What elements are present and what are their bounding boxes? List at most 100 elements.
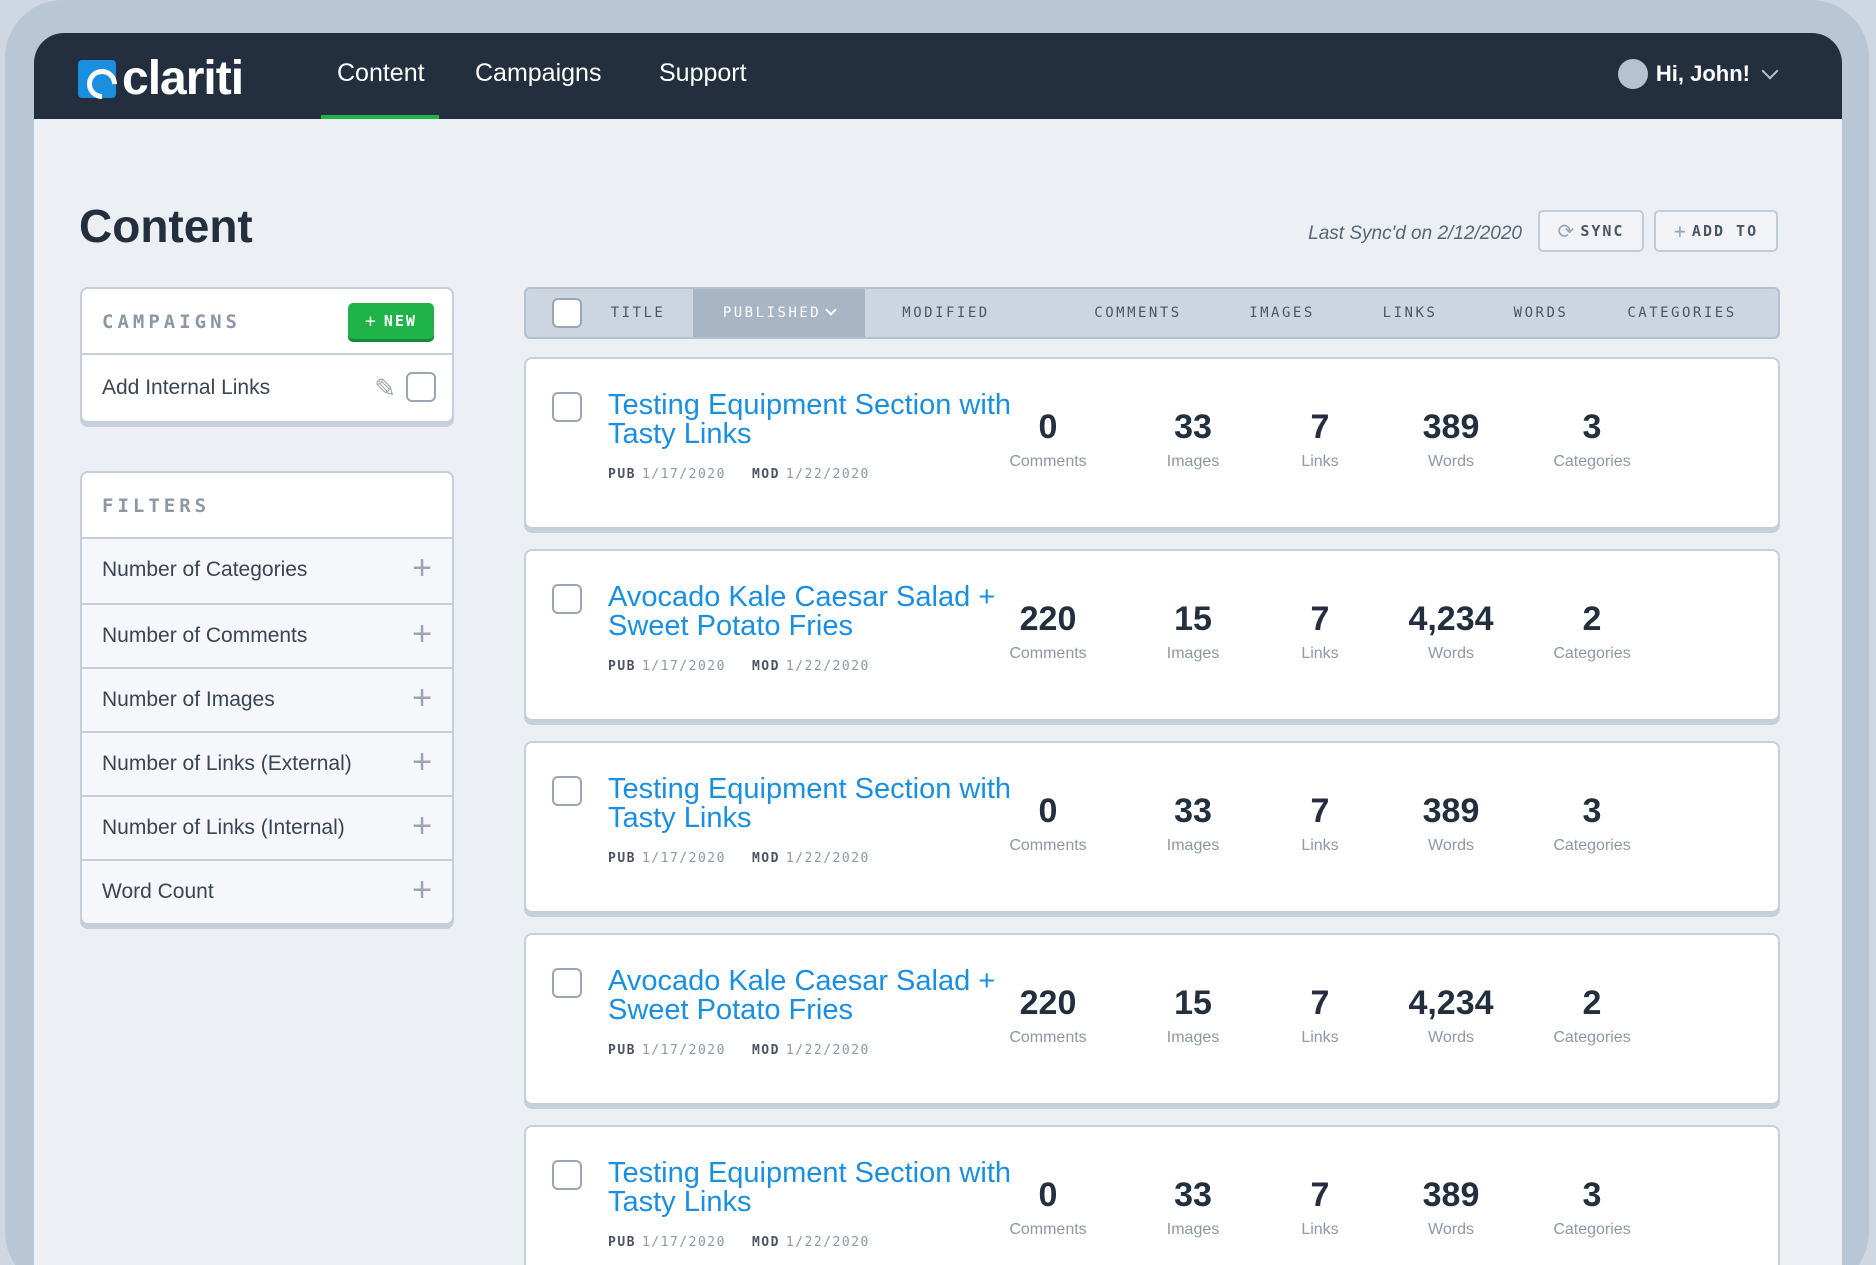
filter-label: Number of Categories [102, 558, 308, 581]
row-checkbox[interactable] [552, 776, 582, 806]
pub-label: PUB [608, 659, 636, 674]
metric-comments: 0 Comments [968, 793, 1128, 855]
top-navbar: clariti Content Campaigns Support Hi, Jo… [34, 33, 1842, 119]
nav-link-content[interactable]: Content [321, 33, 439, 119]
row-dates: PUB 1/17/2020 MOD 1/22/2020 [608, 1043, 896, 1058]
metric-words: 389 Words [1371, 409, 1531, 471]
mod-label: MOD [751, 467, 780, 482]
metric-words: 389 Words [1371, 1177, 1531, 1239]
metric-unit: Words [1428, 1221, 1474, 1238]
table-row[interactable]: Avocado Kale Caesar Salad + Sweet Potato… [524, 549, 1780, 721]
plus-icon: + [1673, 219, 1686, 243]
mod-label: MOD [751, 851, 780, 866]
metric-unit: Categories [1553, 1221, 1631, 1238]
pub-date: 1/17/2020 [641, 1043, 726, 1058]
table-row[interactable]: Testing Equipment Section with Tasty Lin… [524, 357, 1780, 529]
row-checkbox[interactable] [552, 584, 582, 614]
table-row[interactable]: Avocado Kale Caesar Salad + Sweet Potato… [524, 933, 1780, 1105]
filter-item-images[interactable]: Number of Images + [82, 667, 452, 731]
plus-icon[interactable]: + [412, 549, 432, 588]
brand-name: clariti [122, 52, 244, 105]
chevron-down-icon [825, 304, 837, 316]
pub-date: 1/17/2020 [641, 851, 726, 866]
mod-date: 1/22/2020 [785, 1235, 870, 1250]
chevron-down-icon [1761, 62, 1779, 80]
row-dates: PUB 1/17/2020 MOD 1/22/2020 [608, 1235, 896, 1250]
brand-logo[interactable]: clariti [78, 52, 244, 105]
filter-item-links-internal[interactable]: Number of Links (Internal) + [82, 795, 452, 859]
last-sync-text: Last Sync'd on 2/12/2020 [1308, 223, 1522, 244]
metric-unit: Categories [1553, 1029, 1631, 1046]
plus-icon[interactable]: + [412, 871, 432, 910]
filter-label: Word Count [102, 880, 214, 903]
mod-label: MOD [751, 659, 780, 674]
filter-label: Number of Comments [102, 624, 308, 647]
filter-item-links-external[interactable]: Number of Links (External) + [82, 731, 452, 795]
row-checkbox[interactable] [552, 392, 582, 422]
metric-unit: Comments [1009, 1029, 1087, 1046]
metric-categories: 2 Categories [1512, 601, 1672, 663]
metric-value: 0 [1038, 792, 1058, 830]
column-title[interactable]: TITLE [588, 289, 688, 337]
filter-item-word-count[interactable]: Word Count + [82, 859, 452, 923]
refresh-icon: ⟳ [1557, 219, 1575, 243]
add-to-button[interactable]: + ADD TO [1654, 210, 1778, 252]
metric-categories: 3 Categories [1512, 1177, 1672, 1239]
column-published[interactable]: PUBLISHED [693, 289, 865, 337]
metric-value: 0 [1038, 408, 1058, 446]
metric-value: 220 [1019, 984, 1077, 1022]
filters-header: FILTERS [82, 473, 452, 539]
table-row[interactable]: Testing Equipment Section with Tasty Lin… [524, 1125, 1780, 1265]
nav-link-support[interactable]: Support [659, 33, 747, 119]
mod-date: 1/22/2020 [785, 1043, 870, 1058]
nav-link-campaigns[interactable]: Campaigns [475, 33, 601, 119]
new-campaign-button[interactable]: + NEW [348, 303, 434, 339]
metric-value: 220 [1019, 600, 1077, 638]
filter-item-categories[interactable]: Number of Categories + [82, 539, 452, 603]
metric-value: 4,234 [1408, 984, 1494, 1022]
campaign-checkbox[interactable] [406, 372, 436, 402]
metric-categories: 3 Categories [1512, 793, 1672, 855]
table-row[interactable]: Testing Equipment Section with Tasty Lin… [524, 741, 1780, 913]
plus-icon[interactable]: + [412, 743, 432, 782]
metric-unit: Comments [1009, 453, 1087, 470]
app-window: clariti Content Campaigns Support Hi, Jo… [34, 33, 1842, 1265]
plus-icon[interactable]: + [412, 807, 432, 846]
row-checkbox[interactable] [552, 968, 582, 998]
metric-value: 0 [1038, 1176, 1058, 1214]
plus-icon[interactable]: + [412, 679, 432, 718]
column-comments[interactable]: COMMENTS [1058, 289, 1218, 337]
campaign-label: Add Internal Links [102, 376, 271, 399]
plus-icon[interactable]: + [412, 615, 432, 654]
pub-date: 1/17/2020 [641, 1235, 726, 1250]
pub-label: PUB [608, 851, 636, 866]
mod-date: 1/22/2020 [785, 467, 870, 482]
metric-unit: Words [1428, 453, 1474, 470]
campaign-item[interactable]: Add Internal Links ✎ [82, 355, 452, 421]
metric-unit: Comments [1009, 837, 1087, 854]
metric-value: 3 [1582, 1176, 1602, 1214]
metric-unit: Categories [1553, 645, 1631, 662]
metric-words: 389 Words [1371, 793, 1531, 855]
sync-button[interactable]: ⟳ SYNC [1538, 210, 1644, 252]
metric-categories: 3 Categories [1512, 409, 1672, 471]
mod-label: MOD [751, 1235, 780, 1250]
filter-item-comments[interactable]: Number of Comments + [82, 603, 452, 667]
mod-label: MOD [751, 1043, 780, 1058]
pencil-icon[interactable]: ✎ [374, 373, 396, 404]
filter-label: Number of Links (Internal) [102, 816, 345, 839]
pub-date: 1/17/2020 [641, 659, 726, 674]
sync-label: SYNC [1580, 222, 1625, 240]
pub-date: 1/17/2020 [641, 467, 726, 482]
metric-value: 3 [1582, 408, 1602, 446]
pub-label: PUB [608, 467, 636, 482]
column-categories[interactable]: CATEGORIES [1592, 289, 1772, 337]
column-modified[interactable]: MODIFIED [871, 289, 1021, 337]
metric-value: 389 [1422, 408, 1480, 446]
row-checkbox[interactable] [552, 1160, 582, 1190]
metric-unit: Comments [1009, 645, 1087, 662]
select-all-checkbox[interactable] [552, 298, 582, 328]
user-menu[interactable]: Hi, John! [1617, 59, 1779, 89]
new-label: NEW [383, 312, 417, 330]
column-published-label: PUBLISHED [722, 305, 822, 321]
